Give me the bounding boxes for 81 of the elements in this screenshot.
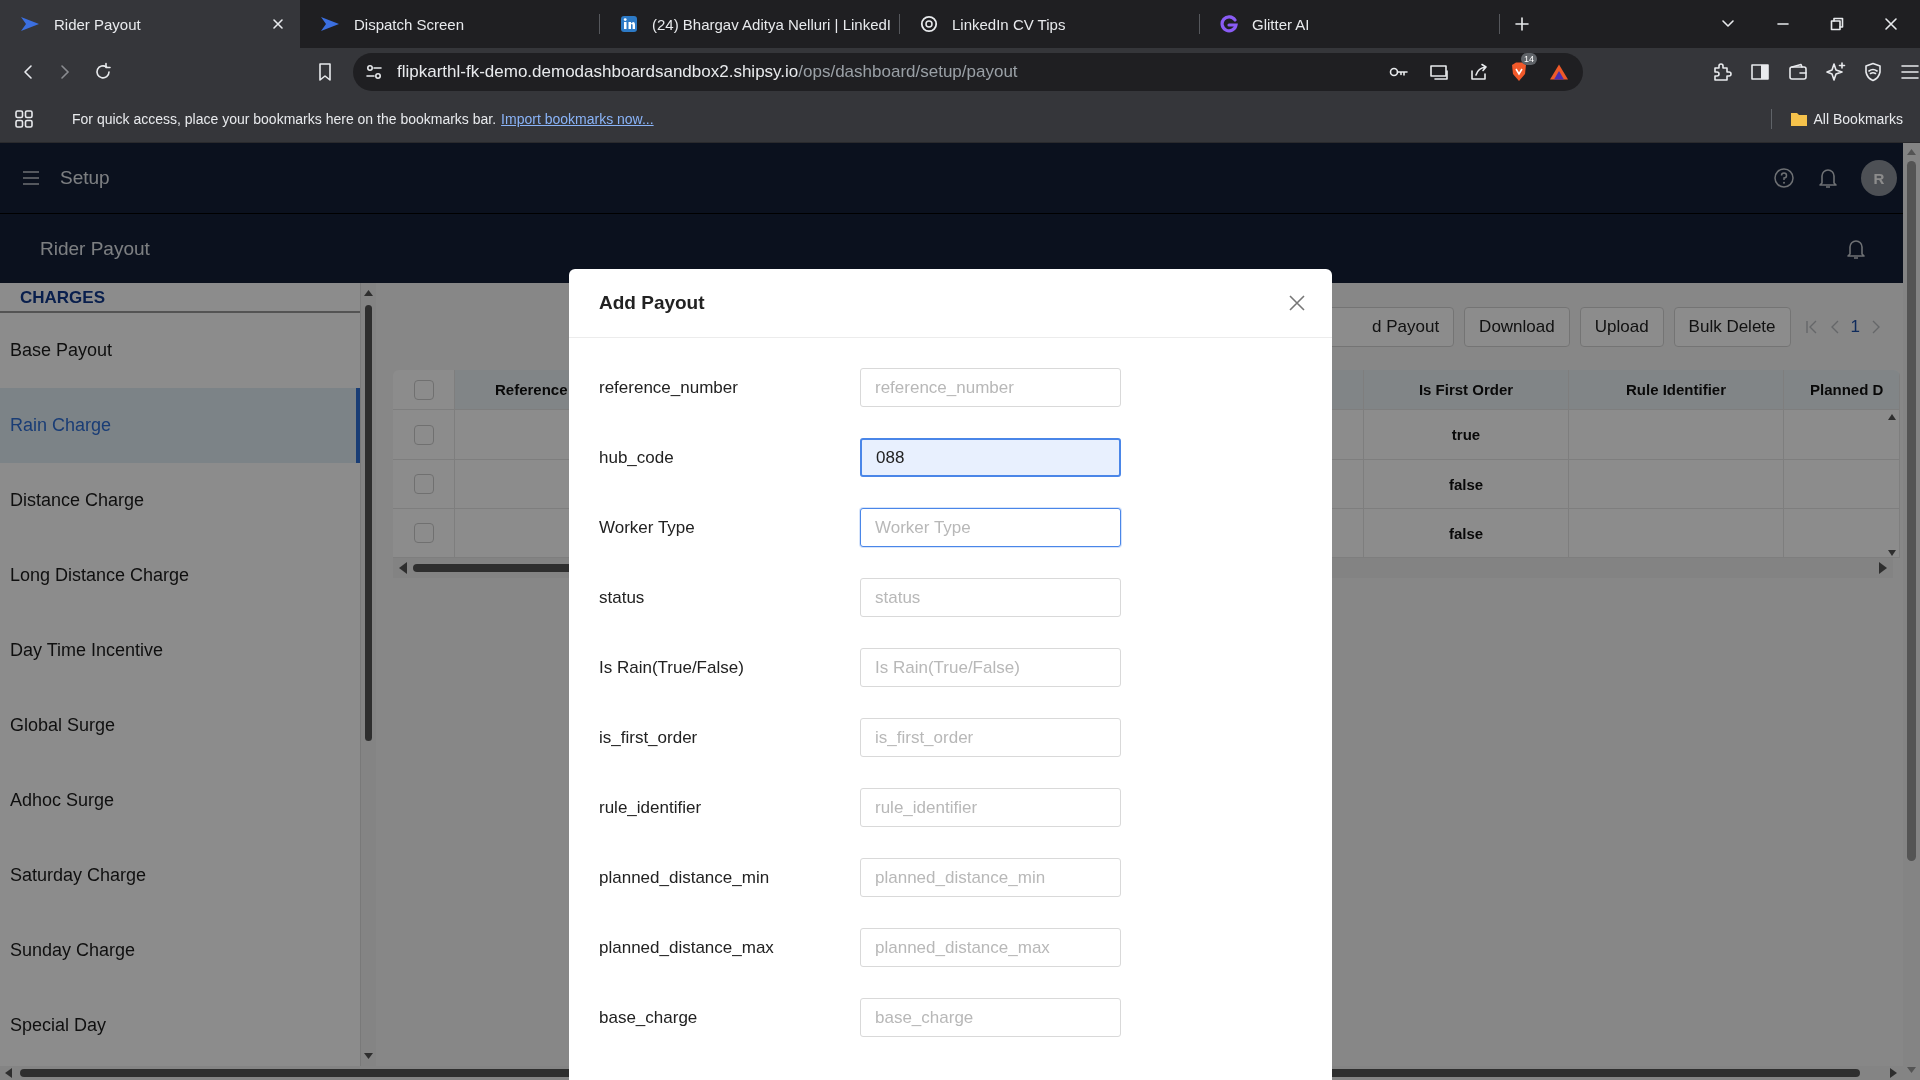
table-cell: false xyxy=(1364,460,1569,509)
dialog-title: Add Payout xyxy=(599,292,705,314)
reload-icon[interactable] xyxy=(93,62,113,82)
sparkle-icon[interactable] xyxy=(1826,62,1846,82)
scrollbar[interactable] xyxy=(1903,143,1920,1080)
sidebar-item[interactable]: Saturday Charge xyxy=(0,838,360,913)
input-field[interactable]: Worker Type xyxy=(860,508,1121,547)
help-icon[interactable] xyxy=(1773,167,1795,189)
section-heading: CHARGES xyxy=(0,283,360,313)
field-label: planned_distance_min xyxy=(599,867,771,888)
tab-title: (24) Bhargav Aditya Nelluri | LinkedI xyxy=(652,15,892,33)
browser-tab[interactable]: (24) Bhargav Aditya Nelluri | LinkedI xyxy=(600,0,900,48)
column-header[interactable]: Rule Identifier xyxy=(1626,381,1726,398)
browser-tab[interactable]: Rider Payout xyxy=(0,0,300,48)
browser-tab[interactable]: Glitter AI xyxy=(1200,0,1500,48)
column-header[interactable]: Reference xyxy=(495,381,568,398)
sidebar-item[interactable]: Global Surge xyxy=(0,688,360,763)
checkbox[interactable] xyxy=(413,474,434,494)
key-icon[interactable] xyxy=(1389,65,1409,79)
column-header[interactable]: Is First Order xyxy=(1418,381,1514,398)
folder-icon xyxy=(1789,111,1808,127)
tune-icon[interactable] xyxy=(365,63,383,81)
arrow-logo-icon xyxy=(20,15,40,33)
checkbox[interactable] xyxy=(413,523,434,543)
share-icon[interactable] xyxy=(1469,63,1489,81)
puzzle-icon[interactable] xyxy=(1712,62,1732,82)
square-logo-icon xyxy=(620,15,638,33)
field-label: hub_code xyxy=(599,447,675,468)
import-bookmarks-link[interactable]: Import bookmarks now... xyxy=(501,111,654,127)
arrow-logo-icon xyxy=(320,15,340,33)
address-bar[interactable]: flipkarthl-fk-demo.demodashboardsandbox2.shipsy.io/ops/dashboard/setup/payout 14 xyxy=(353,53,1583,91)
knot-logo-icon xyxy=(920,15,938,33)
plus-icon[interactable] xyxy=(1514,16,1530,32)
field-label: Worker Type xyxy=(599,517,696,538)
shield-icon[interactable] xyxy=(1864,62,1882,82)
lion-shield-icon[interactable] xyxy=(1509,61,1529,83)
wallet-icon[interactable] xyxy=(1788,63,1808,81)
sidebar-item[interactable]: Long Distance Charge xyxy=(0,538,360,613)
tab-title: Dispatch Screen xyxy=(354,15,466,33)
toolbar-button[interactable]: Download xyxy=(1464,306,1570,347)
tab-title: Rider Payout xyxy=(54,15,142,33)
field-label: base_charge xyxy=(599,1007,699,1028)
bookmark-icon[interactable] xyxy=(316,62,334,82)
toolbar-button[interactable]: Bulk Delete xyxy=(1673,306,1791,347)
bookmarks-message: For quick access, place your bookmarks here on the bookmarks bar. xyxy=(72,111,497,127)
field-label: is_first_order xyxy=(599,727,699,748)
page-title: Rider Payout xyxy=(40,237,151,260)
bell-icon[interactable] xyxy=(1817,166,1839,190)
sidebar-item[interactable]: Special Day xyxy=(0,988,360,1063)
toolbar-button[interactable]: Upload xyxy=(1579,306,1664,347)
sidebar-icon[interactable] xyxy=(1750,63,1770,81)
tab-title: LinkedIn CV Tips xyxy=(952,15,1067,33)
sidebar-item[interactable]: Day Time Incentive xyxy=(0,613,360,688)
header-title: Setup xyxy=(60,167,110,189)
field-label: reference_number xyxy=(599,377,739,398)
checkbox[interactable] xyxy=(413,379,434,400)
sidebar-item[interactable]: Sunday Charge xyxy=(0,913,360,988)
tab-title: Glitter AI xyxy=(1252,15,1311,33)
all-bookmarks-button[interactable]: All Bookmarks xyxy=(1789,111,1920,127)
extension-badge: 14 xyxy=(1521,53,1537,65)
field-label: status xyxy=(599,587,646,608)
field-label: rule_identifier xyxy=(599,797,703,818)
checkbox[interactable] xyxy=(413,424,434,445)
browser-tab[interactable]: LinkedIn CV Tips xyxy=(900,0,1200,48)
input-field[interactable]: 088 xyxy=(860,438,1121,477)
sidebar-item[interactable]: Base Payout xyxy=(0,313,360,388)
field-label: planned_distance_max xyxy=(599,937,775,958)
table-cell: true xyxy=(1364,410,1569,460)
apps-grid-icon[interactable] xyxy=(14,109,34,129)
sidebar-item[interactable]: Distance Charge xyxy=(0,463,360,538)
browser-tab[interactable]: Dispatch Screen xyxy=(300,0,600,48)
page-number[interactable]: 1 xyxy=(1850,316,1860,337)
triangle-icon[interactable] xyxy=(1549,63,1569,81)
menu-icon[interactable] xyxy=(1900,64,1920,80)
field-label: Is Rain(True/False) xyxy=(599,657,745,678)
cast-icon[interactable] xyxy=(1429,63,1449,81)
restore-icon[interactable] xyxy=(1830,17,1844,31)
sidebar-item[interactable]: Adhoc Surge xyxy=(0,763,360,838)
swirl-logo-icon xyxy=(1220,15,1238,33)
url-text: flipkarthl-fk-demo.demodashboardsandbox2.shipsy.io/ops/dashboard/setup/payout xyxy=(397,62,1018,82)
menu-icon[interactable] xyxy=(22,171,40,185)
